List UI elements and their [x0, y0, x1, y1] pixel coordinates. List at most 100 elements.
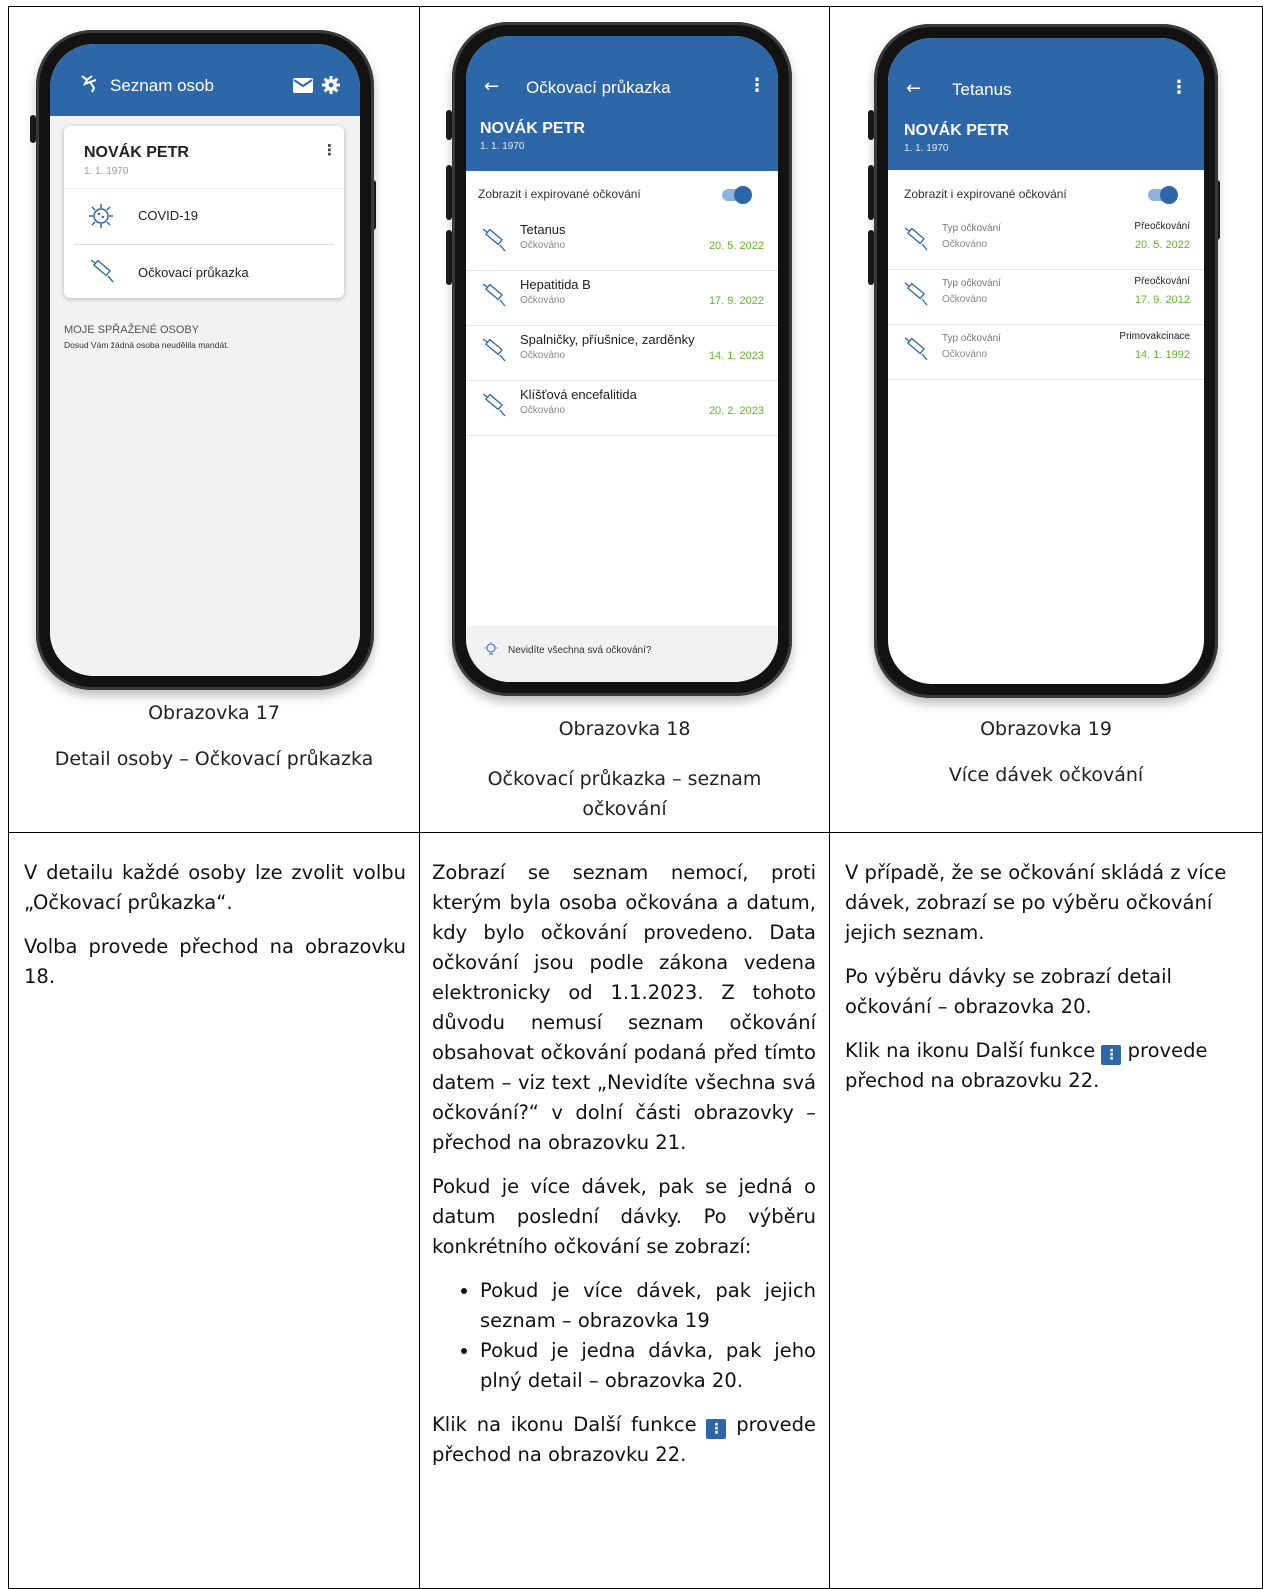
vaccination-date: 17. 9. 2022	[708, 295, 764, 307]
back-arrow-icon[interactable]: ←	[484, 78, 499, 96]
vaccination-status: Očkováno	[520, 295, 566, 306]
paragraph: Volba provede přechod na obrazovku 18.	[24, 935, 406, 988]
menu-item-covid[interactable]: COVID-19	[64, 188, 344, 243]
paragraph: Klik na ikonu Další funkce ⋮ provede pře…	[845, 1036, 1250, 1096]
dose-type: Přeočkování	[1134, 276, 1190, 287]
dose-status: Očkováno	[942, 349, 988, 360]
kebab-icon: ⋮	[706, 1419, 727, 1439]
vaccination-date: 20. 5. 2022	[708, 240, 764, 252]
vaccination-name: Klíšťová encefalitida	[520, 387, 637, 402]
caption-sub-18: Očkovací průkazka – seznam očkování	[487, 768, 762, 820]
phone-screen-19: ← Tetanus ⋮ NOVÁK PETR 1. 1. 1970 Zobraz…	[874, 24, 1218, 698]
person-card[interactable]: NOVÁK PETR 1. 1. 1970 ⋮ COVID-19 Očkovac…	[64, 126, 344, 298]
text: Klik na ikonu Další funkce	[845, 1039, 1096, 1062]
bullet-list: Pokud je více dávek, pak jejich seznam –…	[432, 1276, 816, 1396]
toggle-label: Zobrazit i expirované očkování	[904, 187, 1067, 201]
vaccination-name: Tetanus	[520, 222, 566, 237]
dose-date: 20. 5. 2022	[1134, 239, 1190, 251]
column-divider	[829, 6, 830, 1589]
syringe-icon	[904, 337, 928, 361]
menu-item-label: COVID-19	[138, 208, 198, 223]
dose-row[interactable]: Typ očkování Očkováno Přeočkování 20. 5. 20…	[888, 215, 1204, 270]
vaccination-status: Očkováno	[520, 405, 566, 416]
gear-icon[interactable]	[322, 76, 340, 94]
vaccination-row[interactable]: Tetanus Očkováno 20. 5. 2022	[466, 216, 778, 271]
toggle-label: Zobrazit i expirované očkování	[478, 187, 641, 201]
phone-screen-17: Seznam osob NOVÁK PETR 1. 1. 1970 ⋮ COVI…	[36, 30, 374, 690]
person-dob: 1. 1. 1970	[904, 143, 949, 154]
caption-title-19: Obrazovka 19	[980, 718, 1112, 740]
column-divider	[419, 6, 420, 1589]
text: Klik na ikonu Další funkce	[432, 1413, 697, 1436]
dose-row[interactable]: Typ očkování Očkováno Přeočkování 17. 9. 20…	[888, 270, 1204, 325]
expired-toggle-row[interactable]: Zobrazit i expirované očkování	[466, 171, 778, 216]
app-bar: ← Očkovací průkazka ⋮ NOVÁK PETR 1. 1. 1…	[466, 36, 778, 171]
list-item: Pokud je více dávek, pak jejich seznam –…	[480, 1276, 816, 1336]
expired-toggle[interactable]	[722, 186, 752, 204]
syringe-icon	[482, 228, 506, 252]
paragraph: Zobrazí se seznam nemocí, proti kterým b…	[432, 861, 816, 1154]
vaccination-row[interactable]: Spalničky, příušnice, zarděnky Očkováno 14…	[466, 326, 778, 381]
caption-title-18: Obrazovka 18	[558, 718, 691, 740]
app-bar-title: Očkovací průkazka	[526, 78, 671, 97]
lightbulb-icon	[484, 642, 498, 655]
paragraph: Klik na ikonu Další funkce ⋮ provede pře…	[432, 1410, 816, 1470]
dose-label: Typ očkování	[942, 333, 1001, 344]
person-name: NOVÁK PETR	[84, 144, 189, 161]
person-name: NOVÁK PETR	[480, 120, 585, 137]
expired-toggle[interactable]	[1148, 186, 1178, 204]
syringe-icon	[482, 338, 506, 362]
syringe-icon	[904, 227, 928, 251]
description-col-3: V případě, že se očkování skládá z více …	[845, 858, 1250, 1110]
vaccination-date: 20. 2. 2023	[708, 405, 764, 417]
vaccination-name: Spalničky, příušnice, zarděnky	[520, 332, 695, 347]
vaccination-row[interactable]: Klíšťová encefalitida Očkováno 20. 2. 2023	[466, 381, 778, 436]
footer-hint[interactable]: Nevidíte všechna svá očkování?	[466, 626, 778, 682]
paragraph: Pokud je více dávek, pak se jedná o datu…	[432, 1175, 816, 1258]
vaccination-status: Očkováno	[520, 350, 566, 361]
vaccination-status: Očkováno	[520, 240, 566, 251]
syringe-icon	[482, 393, 506, 417]
vaccination-date: 14. 1. 2023	[708, 350, 764, 362]
syringe-icon	[904, 282, 928, 306]
dose-type: Primovakcinace	[1119, 331, 1190, 342]
caption-title-17: Obrazovka 17	[148, 702, 280, 724]
syringe-icon	[90, 259, 114, 283]
dose-date: 14. 1. 1992	[1134, 349, 1190, 361]
list-item: Pokud je jedna dávka, pak jeho plný deta…	[480, 1336, 816, 1396]
phone-screen-18: ← Očkovací průkazka ⋮ NOVÁK PETR 1. 1. 1…	[452, 22, 792, 696]
dose-label: Typ očkování	[942, 223, 1001, 234]
dose-label: Typ očkování	[942, 278, 1001, 289]
caption-sub-19: Více dávek očkování	[948, 764, 1144, 786]
vaccination-name: Hepatitida B	[520, 277, 591, 292]
expired-toggle-row[interactable]: Zobrazit i expirované očkování	[888, 170, 1204, 215]
mail-icon[interactable]	[293, 78, 313, 93]
dose-type: Přeočkování	[1134, 221, 1190, 232]
menu-item-vaccination-card[interactable]: Očkovací průkazka	[74, 244, 334, 299]
person-name: NOVÁK PETR	[904, 122, 1009, 139]
vaccination-row[interactable]: Hepatitida B Očkováno 17. 9. 2022	[466, 271, 778, 326]
kebab-icon[interactable]: ⋮	[322, 143, 337, 158]
virus-icon	[89, 204, 113, 228]
footer-hint-text: Nevidíte všechna svá očkování?	[508, 645, 652, 656]
syringe-icon	[482, 283, 506, 307]
dose-row[interactable]: Typ očkování Očkováno Primovakcinace 14. 1.…	[888, 325, 1204, 380]
kebab-icon[interactable]: ⋮	[748, 77, 766, 95]
paragraph: V případě, že se očkování skládá z více …	[845, 861, 1227, 944]
dose-status: Očkováno	[942, 239, 988, 250]
linked-heading: MOJE SPŘAŽENÉ OSOBY	[64, 324, 200, 336]
app-bar-title: Seznam osob	[110, 76, 214, 95]
caption-sub-17: Detail osoby – Očkovací průkazka	[54, 748, 374, 770]
row-divider	[8, 832, 1263, 833]
app-bar: Seznam osob	[50, 44, 360, 116]
dose-status: Očkováno	[942, 294, 988, 305]
linked-empty-text: Dosud Vám žádná osoba neudělila mandát.	[64, 340, 229, 350]
back-arrow-icon[interactable]: ←	[906, 80, 921, 98]
person-dob: 1. 1. 1970	[480, 141, 525, 152]
paragraph: Po výběru dávky se zobrazí detail očková…	[845, 965, 1172, 1018]
description-col-1: V detailu každé osoby lze zvolit volbu „…	[24, 858, 406, 1006]
kebab-icon[interactable]: ⋮	[1170, 79, 1188, 97]
app-bar: ← Tetanus ⋮ NOVÁK PETR 1. 1. 1970	[888, 38, 1204, 170]
dose-date: 17. 9. 2012	[1134, 294, 1190, 306]
emblem-icon	[81, 75, 97, 93]
